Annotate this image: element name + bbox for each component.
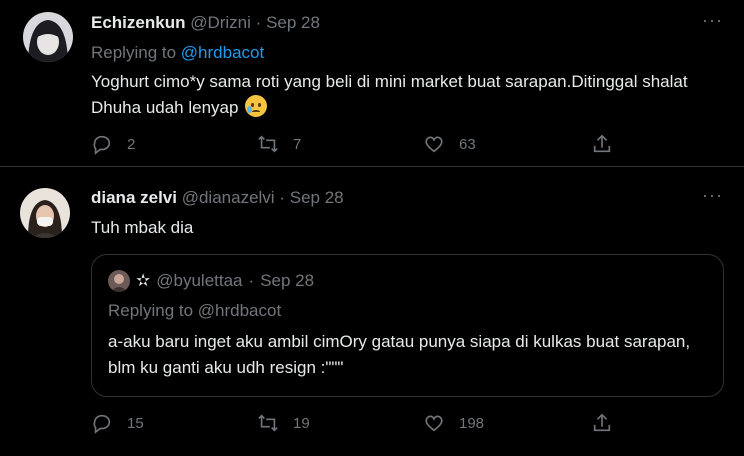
retweet-button[interactable]: 19 <box>257 412 310 434</box>
share-icon <box>593 134 611 153</box>
share-button[interactable] <box>591 412 613 434</box>
retweet-icon <box>258 414 278 432</box>
like-count: 63 <box>459 135 476 153</box>
tweet-header: diana zelvi @dianazelvi · Sep 28 <box>91 188 344 208</box>
avatar <box>108 270 130 292</box>
tweet-actions: 2 7 63 <box>91 133 631 157</box>
star-icon: ✫ <box>136 271 151 290</box>
share-button[interactable] <box>591 133 613 155</box>
quoted-tweet-header: ✫ @byulettaa · Sep 28 <box>108 270 314 292</box>
avatar[interactable] <box>23 12 73 62</box>
display-name[interactable]: diana zelvi <box>91 188 177 207</box>
more-options-icon[interactable]: ··· <box>702 11 722 35</box>
quoted-tweet[interactable]: ✫ @byulettaa · Sep 28 Replying to @hrdba… <box>91 254 724 397</box>
timestamp[interactable]: Sep 28 <box>266 13 320 32</box>
heart-icon <box>425 136 443 153</box>
timestamp[interactable]: Sep 28 <box>290 188 344 207</box>
handle: @byulettaa <box>156 271 243 290</box>
tweet-text: Tuh mbak dia <box>91 218 194 237</box>
separator: · <box>255 13 262 32</box>
tweet-header: Echizenkun @Drizni · Sep 28 <box>91 13 320 33</box>
mention-link[interactable]: @hrdbacot <box>181 43 264 62</box>
retweet-button[interactable]: 7 <box>257 133 301 155</box>
tweet-echizenkun[interactable]: Echizenkun @Drizni · Sep 28 ··· Replying… <box>0 0 744 167</box>
retweet-icon <box>258 135 278 153</box>
reply-button[interactable]: 15 <box>91 412 144 434</box>
handle[interactable]: @Drizni <box>190 13 251 32</box>
replying-to: Replying to @hrdbacot <box>108 301 282 320</box>
reply-icon <box>93 414 111 434</box>
reply-button[interactable]: 2 <box>91 133 135 155</box>
quoted-tweet-text: a-aku baru inget aku ambil cimOry gatau … <box>108 332 691 377</box>
share-icon <box>593 413 611 432</box>
reply-count: 2 <box>127 135 136 153</box>
separator: · <box>279 188 285 207</box>
retweet-count: 7 <box>293 135 302 153</box>
like-button[interactable]: 63 <box>423 133 476 155</box>
handle[interactable]: @dianazelvi <box>182 188 275 207</box>
like-button[interactable]: 198 <box>423 412 484 434</box>
tweet-text-content: Yoghurt cimo*y sama roti yang beli di mi… <box>91 72 688 117</box>
replying-prefix: Replying to <box>91 43 181 62</box>
like-count: 198 <box>459 414 485 432</box>
retweet-count: 19 <box>293 414 310 432</box>
tweet-text: Yoghurt cimo*y sama roti yang beli di mi… <box>91 69 711 121</box>
avatar[interactable] <box>20 188 70 238</box>
timestamp: Sep 28 <box>260 271 315 290</box>
tweet-diana-zelvi[interactable]: diana zelvi @dianazelvi · Sep 28 ··· Tuh… <box>0 168 744 456</box>
replying-to: Replying to @hrdbacot <box>91 43 264 63</box>
separator: · <box>248 271 255 290</box>
reply-count: 15 <box>127 414 144 432</box>
tweet-actions: 15 19 198 <box>91 412 631 436</box>
heart-icon <box>425 415 443 432</box>
reply-icon <box>93 135 111 155</box>
sad-tear-emoji-icon <box>245 95 268 117</box>
display-name[interactable]: Echizenkun <box>91 13 185 32</box>
more-options-icon[interactable]: ··· <box>702 186 722 210</box>
